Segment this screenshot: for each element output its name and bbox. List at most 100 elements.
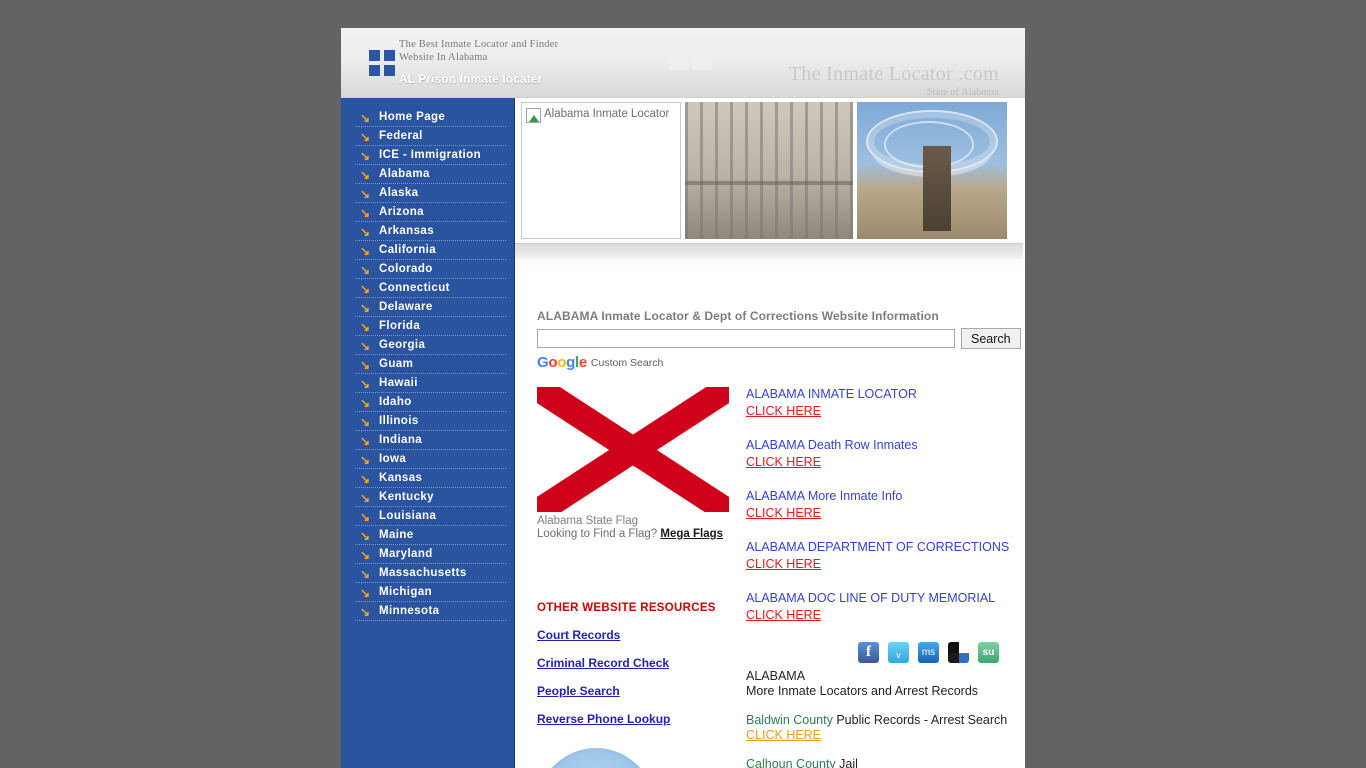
sidebar-item-georgia[interactable]: ↘ Georgia <box>355 336 506 355</box>
sidebar-item-alaska[interactable]: ↘ Alaska <box>355 184 506 203</box>
google-letter-o1: o <box>548 354 558 371</box>
arrow-down-right-icon: ↘ <box>360 529 371 543</box>
google-letter-e: e <box>578 354 587 371</box>
main-link-click-here[interactable]: CLICK HERE <box>746 404 821 418</box>
sidebar-item-kansas[interactable]: ↘ Kansas <box>355 469 506 488</box>
arrow-down-right-icon: ↘ <box>360 586 371 600</box>
sidebar-item-label: Florida <box>379 320 421 332</box>
resource-link-people-search[interactable]: People Search <box>537 684 742 698</box>
site-header: The Best Inmate Locator and Finder Websi… <box>341 28 1025 98</box>
twitter-icon[interactable]: ᵥ <box>888 642 909 663</box>
sidebar-item-hawaii[interactable]: ↘ Hawaii <box>355 374 506 393</box>
main-link-block: ALABAMA Death Row Inmates CLICK HERE <box>746 438 1025 471</box>
sidebar-item-illinois[interactable]: ↘ Illinois <box>355 412 506 431</box>
brand-grid-icon <box>668 37 713 71</box>
brand-state: State of Alabama <box>926 87 999 98</box>
search-button[interactable]: Search <box>961 328 1021 349</box>
arrow-down-right-icon: ↘ <box>360 282 371 296</box>
sidebar-item-home-page[interactable]: ↘ Home Page <box>355 108 506 127</box>
county-title-line: Calhoun County Jail <box>746 757 1025 768</box>
sidebar-item-label: Alabama <box>379 168 430 180</box>
sidebar-item-colorado[interactable]: ↘ Colorado <box>355 260 506 279</box>
arrow-down-right-icon: ↘ <box>360 510 371 524</box>
google-custom-search-branding: Google Custom Search <box>537 354 1025 371</box>
stumbleupon-icon[interactable]: su <box>978 642 999 663</box>
sidebar-item-kentucky[interactable]: ↘ Kentucky <box>355 488 506 507</box>
sidebar-item-alabama[interactable]: ↘ Alabama <box>355 165 506 184</box>
sidebar-item-florida[interactable]: ↘ Florida <box>355 317 506 336</box>
main-link-click-here[interactable]: CLICK HERE <box>746 506 821 520</box>
arrow-down-right-icon: ↘ <box>360 168 371 182</box>
resource-link-criminal-record-check[interactable]: Criminal Record Check <box>537 656 742 670</box>
sidebar-item-california[interactable]: ↘ California <box>355 241 506 260</box>
counties-list: Baldwin County Public Records - Arrest S… <box>746 713 1025 768</box>
sidebar-item-federal[interactable]: ↘ Federal <box>355 127 506 146</box>
custom-search-label: Custom Search <box>590 356 664 369</box>
prison-cell-bars-photo <box>685 102 853 239</box>
county-name: Calhoun County <box>746 757 836 768</box>
arrow-down-right-icon: ↘ <box>360 396 371 410</box>
sidebar-item-label: Illinois <box>379 415 419 427</box>
google-letter-g1: G <box>537 354 549 371</box>
sidebar-item-label: Home Page <box>379 111 446 123</box>
other-resources-title: OTHER WEBSITE RESOURCES <box>537 602 716 614</box>
main-link-click-here[interactable]: CLICK HERE <box>746 608 821 622</box>
sidebar-item-indiana[interactable]: ↘ Indiana <box>355 431 506 450</box>
alabama-state-flag-image <box>537 387 729 512</box>
main-link-block: ALABAMA INMATE LOCATOR CLICK HERE <box>746 387 1025 420</box>
sidebar-item-idaho[interactable]: ↘ Idaho <box>355 393 506 412</box>
sidebar-item-minnesota[interactable]: ↘ Minnesota <box>355 602 506 621</box>
sidebar-item-label: Idaho <box>379 396 412 408</box>
flag-caption-secondary: Looking to Find a Flag? Mega Flags <box>537 528 742 540</box>
arrow-down-right-icon: ↘ <box>360 434 371 448</box>
sidebar-item-connecticut[interactable]: ↘ Connecticut <box>355 279 506 298</box>
main-link-block: ALABAMA More Inmate Info CLICK HERE <box>746 489 1025 522</box>
sidebar-item-label: Maine <box>379 529 414 541</box>
main-link-click-here[interactable]: CLICK HERE <box>746 455 821 469</box>
sidebar-item-michigan[interactable]: ↘ Michigan <box>355 583 506 602</box>
broken-image-alt-text: Alabama Inmate Locator <box>544 108 670 120</box>
sidebar-item-massachusetts[interactable]: ↘ Massachusetts <box>355 564 506 583</box>
county-name: Baldwin County <box>746 713 833 727</box>
main-link-block: ALABAMA DEPARTMENT OF CORRECTIONS CLICK H… <box>746 540 1025 573</box>
google-letter-g2: g <box>566 354 575 371</box>
sidebar-item-guam[interactable]: ↘ Guam <box>355 355 506 374</box>
delicious-icon[interactable] <box>948 642 969 663</box>
flag-caption: Alabama State Flag <box>537 515 639 527</box>
main-link-block: ALABAMA DOC LINE OF DUTY MEMORIAL CLICK H… <box>746 591 1025 624</box>
arrow-down-right-icon: ↘ <box>360 320 371 334</box>
resource-link-court-records[interactable]: Court Records <box>537 628 742 642</box>
sidebar-item-louisiana[interactable]: ↘ Louisiana <box>355 507 506 526</box>
sidebar-item-label: Connecticut <box>379 282 450 294</box>
sidebar-item-arkansas[interactable]: ↘ Arkansas <box>355 222 506 241</box>
sidebar-item-iowa[interactable]: ↘ Iowa <box>355 450 506 469</box>
arrow-down-right-icon: ↘ <box>360 453 371 467</box>
search-row: Search <box>537 328 1025 349</box>
sidebar-item-maine[interactable]: ↘ Maine <box>355 526 506 545</box>
sidebar-item-label: Federal <box>379 130 423 142</box>
county-click-here[interactable]: CLICK HERE <box>746 728 821 742</box>
left-column: Alabama State Flag Looking to Find a Fla… <box>537 387 742 768</box>
arrow-down-right-icon: ↘ <box>360 225 371 239</box>
main-links-list: ALABAMA INMATE LOCATOR CLICK HERE ALABAMA … <box>746 387 1025 624</box>
right-column: ALABAMA INMATE LOCATOR CLICK HERE ALABAMA … <box>742 387 1025 768</box>
sidebar-item-label: ICE - Immigration <box>379 149 482 161</box>
sidebar-item-maryland[interactable]: ↘ Maryland <box>355 545 506 564</box>
sidebar-item-label: Arkansas <box>379 225 434 237</box>
sidebar-item-arizona[interactable]: ↘ Arizona <box>355 203 506 222</box>
mega-flags-link[interactable]: Mega Flags <box>660 528 723 540</box>
alabama-doc-seal-image: ALABAMA DEPT. OF <box>537 748 655 768</box>
sidebar-item-delaware[interactable]: ↘ Delaware <box>355 298 506 317</box>
resource-link-reverse-phone-lookup[interactable]: Reverse Phone Lookup <box>537 712 742 726</box>
search-input[interactable] <box>537 329 955 348</box>
sidebar-item-ice-immigration[interactable]: ↘ ICE - Immigration <box>355 146 506 165</box>
county-description: Jail <box>839 757 858 768</box>
arrow-down-right-icon: ↘ <box>360 339 371 353</box>
counties-heading-line1: ALABAMA <box>746 669 806 683</box>
sidebar-item-label: Indiana <box>379 434 423 446</box>
brand-name: The Inmate Locator .com <box>788 63 999 85</box>
facebook-icon[interactable]: f <box>858 642 879 663</box>
resource-links-list: Court Records Criminal Record Check People… <box>537 628 742 726</box>
main-link-click-here[interactable]: CLICK HERE <box>746 557 821 571</box>
myspace-icon[interactable]: ms <box>918 642 939 663</box>
